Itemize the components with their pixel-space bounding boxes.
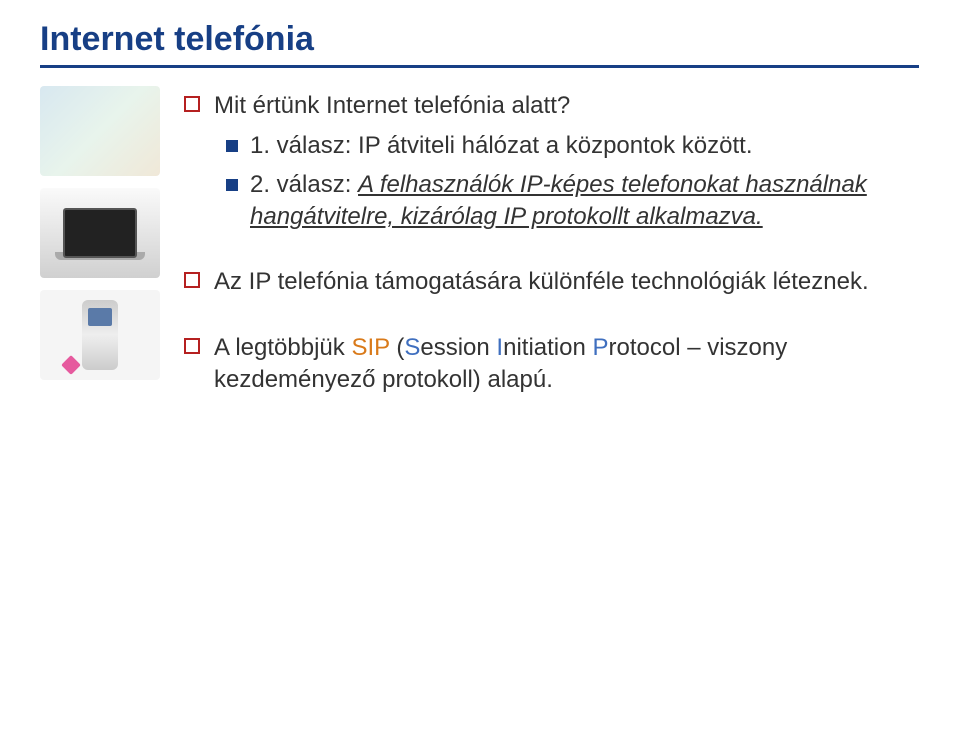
bullet-level1-tech: Az IP telefónia támogatására különféle t… bbox=[184, 266, 919, 298]
spacer bbox=[184, 240, 919, 266]
answer1-rest: IP átviteli hálózat a központok között. bbox=[358, 132, 752, 159]
bullet-level1-sip: A legtöbbjük SIP (Session Initiation Pro… bbox=[184, 332, 919, 397]
sip-a: A legtöbbjük bbox=[214, 334, 351, 361]
bullet-level1-q: Mit értünk Internet telefónia alatt? bbox=[184, 90, 919, 122]
bullet-text: 2. válasz: A felhasználók IP-képes telef… bbox=[250, 169, 919, 234]
filled-square-icon bbox=[226, 179, 238, 191]
spacer bbox=[184, 306, 919, 332]
bullet-level2-answer2: 2. válasz: A felhasználók IP-képes telef… bbox=[226, 169, 919, 234]
hollow-square-icon bbox=[184, 272, 200, 288]
thumbnail-laptop bbox=[40, 188, 160, 278]
answer2-prefix: 2. válasz: bbox=[250, 171, 358, 198]
sip-blue-s: S bbox=[404, 334, 420, 361]
phone-body-icon bbox=[82, 300, 118, 370]
thumbnail-devices bbox=[40, 86, 160, 176]
thumbnail-column bbox=[40, 86, 160, 405]
sip-b: ( bbox=[390, 334, 405, 361]
bullet-text: 1. válasz: IP átviteli hálózat a központ… bbox=[250, 130, 753, 162]
sip-blue-p: P bbox=[592, 334, 608, 361]
title-underline bbox=[40, 65, 919, 68]
bullet-text: Az IP telefónia támogatására különféle t… bbox=[214, 266, 869, 298]
bullet-text: A legtöbbjük SIP (Session Initiation Pro… bbox=[214, 332, 919, 397]
hollow-square-icon bbox=[184, 338, 200, 354]
sip-orange: SIP bbox=[351, 334, 389, 361]
slide-title: Internet telefónia bbox=[40, 20, 919, 59]
answer1-prefix: 1. válasz: bbox=[250, 132, 358, 159]
sip-d: nitiation bbox=[503, 334, 592, 361]
text-column: Mit értünk Internet telefónia alatt? 1. … bbox=[184, 86, 919, 405]
content-area: Mit értünk Internet telefónia alatt? 1. … bbox=[40, 86, 919, 405]
filled-square-icon bbox=[226, 140, 238, 152]
thumbnail-phone bbox=[40, 290, 160, 380]
bullet-text: Mit értünk Internet telefónia alatt? bbox=[214, 90, 570, 122]
sip-c: ession bbox=[420, 334, 496, 361]
hollow-square-icon bbox=[184, 96, 200, 112]
heart-charm-icon bbox=[61, 355, 81, 375]
slide-container: Internet telefónia Mit értünk Internet t… bbox=[0, 0, 959, 425]
bullet-level2-answer1: 1. válasz: IP átviteli hálózat a központ… bbox=[226, 130, 919, 162]
